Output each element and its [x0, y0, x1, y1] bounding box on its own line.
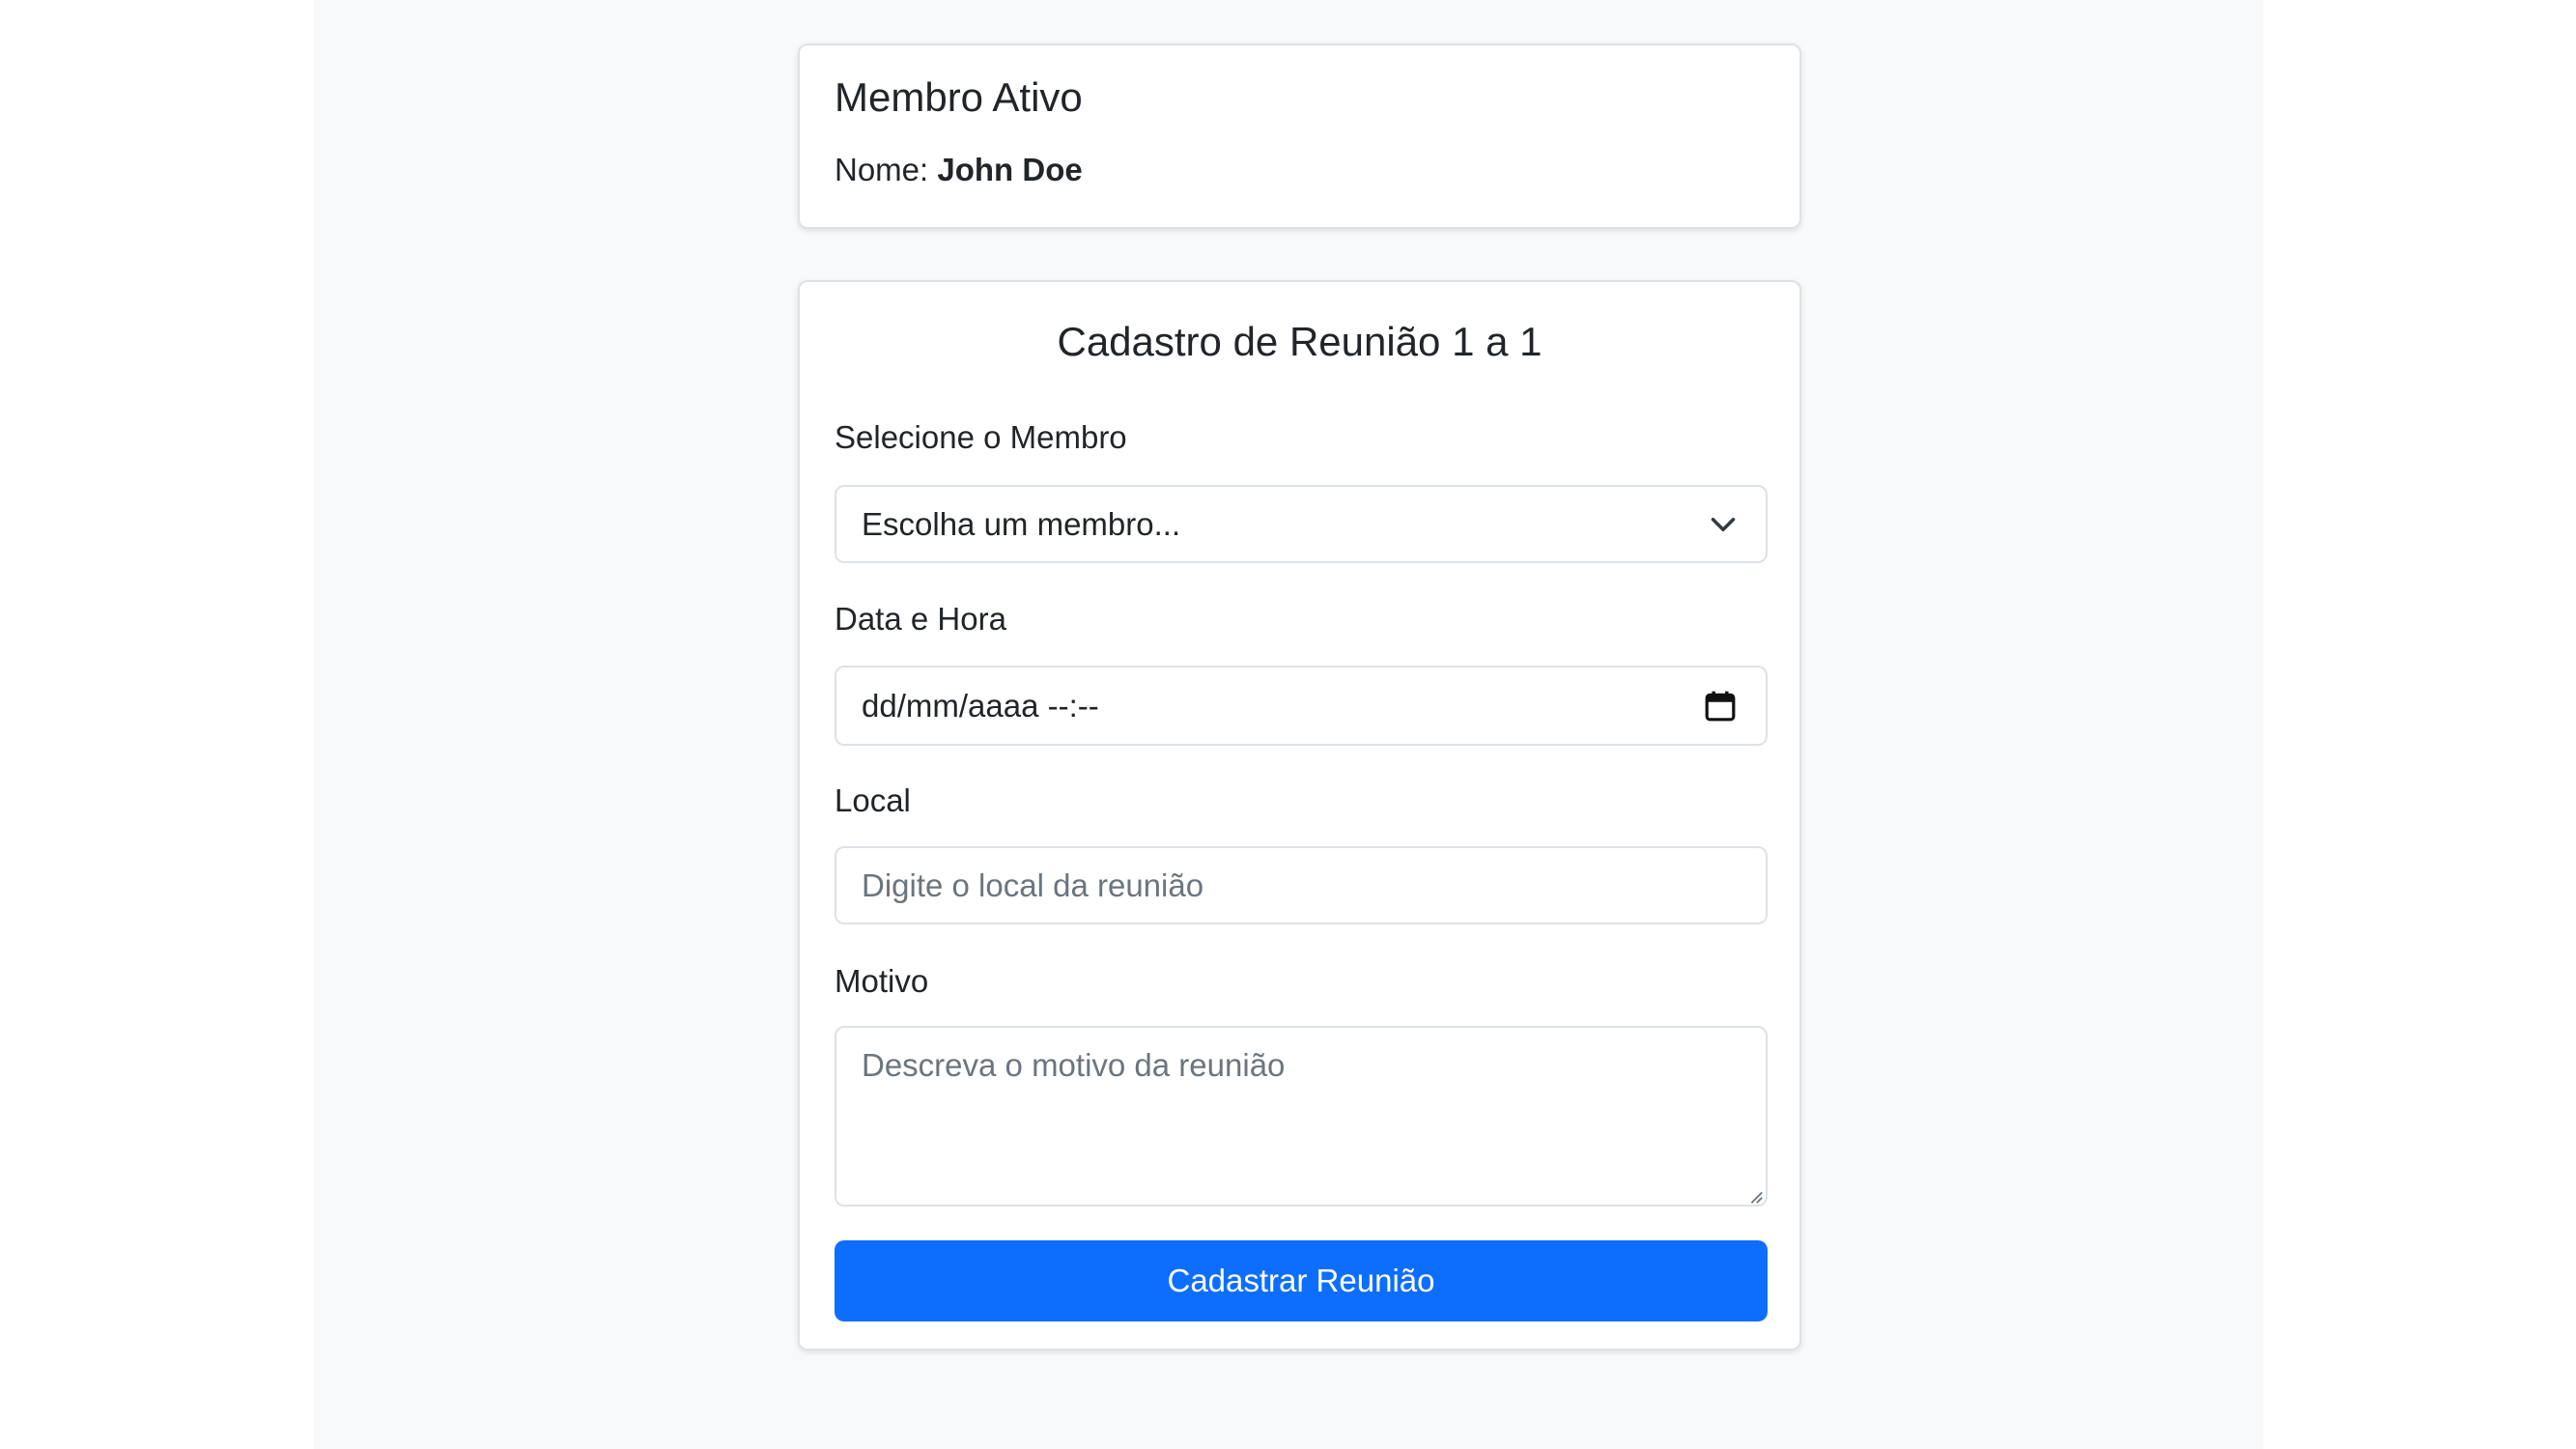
datetime-placeholder: dd/mm/aaaa --:-- [862, 687, 1099, 724]
reason-label: Motivo [835, 963, 929, 999]
chevron-down-icon [1711, 517, 1736, 531]
local-label: Local [835, 782, 911, 818]
member-select-value: Escolha um membro... [862, 505, 1181, 542]
member-name-line: Nome: John Doe [835, 152, 1083, 188]
datetime-input[interactable]: dd/mm/aaaa --:-- [835, 666, 1768, 746]
resize-handle-icon[interactable] [1746, 1187, 1764, 1205]
calendar-icon[interactable] [1704, 690, 1737, 723]
meeting-form-card: Cadastro de Reunião 1 a 1 Selecione o Me… [798, 280, 1801, 1350]
active-member-card: Membro Ativo Nome: John Doe [798, 43, 1801, 229]
member-name-value: John Doe [937, 152, 1083, 187]
local-input[interactable] [835, 846, 1768, 924]
member-name-label: Nome: [835, 152, 929, 187]
member-select-label: Selecione o Membro [835, 419, 1127, 455]
reason-textarea[interactable] [835, 1026, 1768, 1207]
datetime-label: Data e Hora [835, 601, 1006, 637]
form-title: Cadastro de Reunião 1 a 1 [1057, 319, 1543, 364]
active-member-title: Membro Ativo [835, 74, 1083, 120]
member-select[interactable]: Escolha um membro... [835, 485, 1768, 563]
submit-meeting-button[interactable]: Cadastrar Reunião [835, 1240, 1768, 1321]
